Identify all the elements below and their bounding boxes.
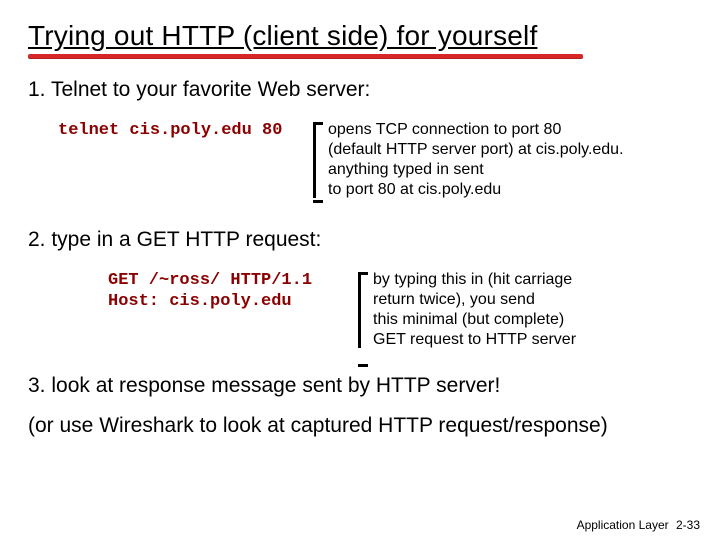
footer-label: Application Layer xyxy=(577,518,669,532)
step-2-row: GET /~ross/ HTTP/1.1 Host: cis.poly.edu … xyxy=(108,270,692,350)
bracket-icon xyxy=(353,270,367,350)
telnet-explanation: opens TCP connection to port 80 (default… xyxy=(328,120,624,200)
slide: Trying out HTTP (client side) for yourse… xyxy=(0,0,720,540)
title-underline-accent xyxy=(28,54,583,58)
step-1-text: 1. Telnet to your favorite Web server: xyxy=(28,78,692,102)
step-3-text: 3. look at response message sent by HTTP… xyxy=(28,374,692,398)
footer-page-number: 2-33 xyxy=(676,518,700,532)
get-explanation: by typing this in (hit carriage return t… xyxy=(373,270,576,350)
step-1-row: telnet cis.poly.edu 80 opens TCP connect… xyxy=(58,120,692,200)
bracket-icon xyxy=(308,120,322,200)
step-4-text: (or use Wireshark to look at captured HT… xyxy=(28,414,692,438)
bracket-group-1: opens TCP connection to port 80 (default… xyxy=(308,120,624,200)
get-request-code: GET /~ross/ HTTP/1.1 Host: cis.poly.edu xyxy=(108,270,353,313)
step-2-text: 2. type in a GET HTTP request: xyxy=(28,228,692,252)
telnet-command-code: telnet cis.poly.edu 80 xyxy=(58,120,308,141)
slide-title: Trying out HTTP (client side) for yourse… xyxy=(28,20,692,52)
footer: Application Layer 2-33 xyxy=(577,518,700,532)
bracket-group-2: by typing this in (hit carriage return t… xyxy=(353,270,576,350)
